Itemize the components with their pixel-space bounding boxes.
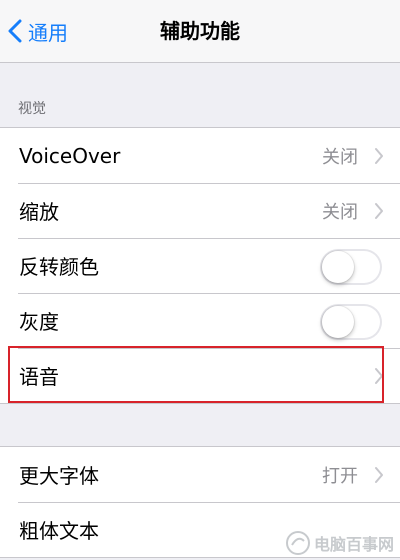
navigation-bar: 通用 辅助功能	[0, 0, 400, 63]
row-value: 关闭	[322, 146, 358, 168]
watermark: 电脑百事网	[285, 528, 394, 558]
row-zoom[interactable]: 缩放 关闭	[0, 183, 400, 238]
chevron-right-icon	[375, 368, 383, 384]
watermark-text: 电脑百事网	[313, 535, 394, 554]
chevron-right-icon	[375, 467, 383, 483]
row-value: 打开	[322, 465, 358, 487]
row-value: 关闭	[322, 201, 358, 223]
row-label: 灰度	[19, 310, 59, 334]
row-label: 更大字体	[19, 464, 99, 488]
row-grayscale: 灰度	[0, 293, 400, 348]
invert-colors-toggle[interactable]	[320, 249, 382, 285]
row-label: VoiceOver	[19, 143, 121, 168]
section-header-vision: 视觉	[18, 101, 46, 117]
row-label: 粗体文本	[19, 519, 99, 543]
chevron-right-icon	[375, 203, 383, 219]
row-invert-colors: 反转颜色	[0, 238, 400, 293]
row-label: 语音	[19, 365, 59, 389]
row-label: 反转颜色	[19, 255, 99, 279]
row-label: 缩放	[19, 200, 59, 224]
watermark-logo-icon	[285, 531, 310, 555]
settings-group-vision: VoiceOver 关闭 缩放 关闭 反转颜色 灰度 语音	[0, 127, 400, 404]
row-larger-text[interactable]: 更大字体 打开	[0, 447, 400, 502]
row-speech[interactable]: 语音	[0, 348, 400, 403]
grayscale-toggle[interactable]	[320, 304, 382, 340]
row-voiceover[interactable]: VoiceOver 关闭	[0, 128, 400, 183]
page-title: 辅助功能	[160, 19, 240, 43]
chevron-right-icon	[375, 148, 383, 164]
toggle-knob	[322, 306, 354, 338]
toggle-knob	[322, 251, 354, 283]
